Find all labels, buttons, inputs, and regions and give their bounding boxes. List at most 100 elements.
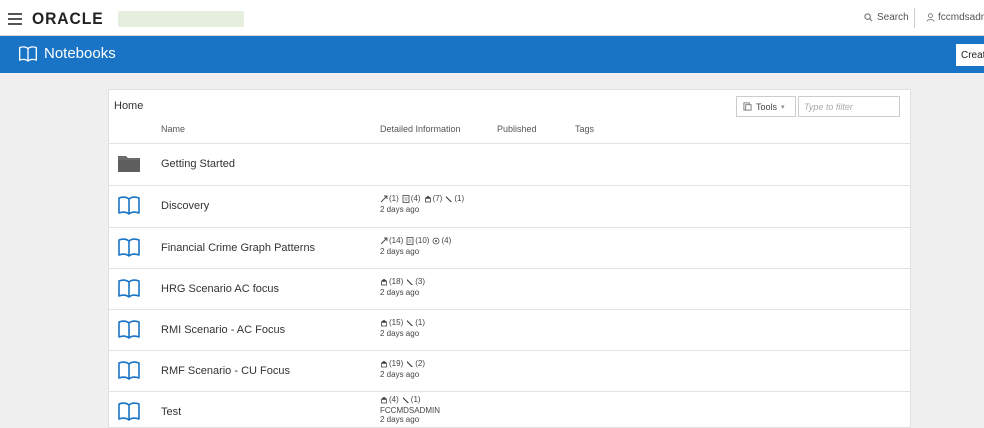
tools-label: Tools [756, 101, 778, 112]
list-item[interactable]: Test (4) (1) FCCMDSADMIN 2 days ago [109, 391, 910, 427]
menu-icon[interactable] [8, 13, 22, 25]
search-button[interactable]: Search [864, 12, 909, 23]
owner-label: FCCMDSADMIN [380, 405, 440, 415]
notebook-icon [117, 195, 141, 217]
user-menu[interactable]: fccmdsadmin [926, 12, 984, 23]
list-item[interactable]: Discovery (1) (4) (7) (1) 2 days ago [109, 185, 910, 226]
stat: (3) [406, 277, 425, 286]
stat: (2) [406, 359, 425, 368]
stat-count: (4) [389, 395, 399, 404]
stats-line: (19) (2) [380, 359, 428, 370]
stat-count: (1) [410, 395, 421, 404]
stat: (1) [445, 194, 464, 203]
item-name[interactable]: RMF Scenario - CU Focus [161, 365, 290, 377]
stat: (1) [402, 395, 421, 404]
stats-line: (1) (4) (7) (1) [380, 194, 467, 205]
stat: (4) [402, 194, 421, 203]
divider [914, 8, 915, 28]
user-icon [926, 13, 935, 22]
item-name[interactable]: Discovery [161, 200, 209, 212]
notebook-icon [117, 401, 141, 423]
list-item[interactable]: Getting Started [109, 143, 910, 184]
notebook-icon [19, 46, 37, 62]
notebook-icon [117, 319, 141, 341]
folder-icon [117, 153, 141, 175]
item-details: (15) (1) 2 days ago [380, 318, 428, 338]
item-name[interactable]: Test [161, 406, 181, 418]
top-bar: ORACLE Search fccmdsadmin [0, 0, 984, 36]
paragraph-icon [380, 319, 388, 327]
stat: (10) [406, 236, 429, 245]
title-bar: Notebooks Create [0, 36, 984, 73]
item-details: (1) (4) (7) (1) 2 days ago [380, 194, 467, 214]
graph-icon [432, 237, 440, 245]
paragraph-icon [380, 396, 388, 404]
pen-icon [406, 278, 414, 286]
tools-button[interactable]: Tools ▾ [736, 96, 796, 117]
stat-count: (15) [389, 318, 404, 327]
search-icon [864, 13, 873, 22]
stat-count: (14) [389, 236, 404, 245]
column-header-published[interactable]: Published [497, 124, 537, 134]
stat-count: (4) [441, 236, 452, 245]
stat: (1) [406, 318, 425, 327]
item-details: (18) (3) 2 days ago [380, 277, 428, 297]
notebook-icon [117, 237, 141, 259]
updated-label: 2 days ago [380, 414, 420, 424]
document-icon [406, 236, 414, 245]
stat-count: (18) [389, 277, 404, 286]
pen-icon [445, 195, 453, 203]
stat-count: (10) [415, 236, 430, 245]
item-name[interactable]: RMI Scenario - AC Focus [161, 324, 285, 336]
updated-label: 2 days ago [380, 328, 420, 338]
chevron-down-icon: ▾ [781, 103, 785, 111]
updated-label: 2 days ago [380, 204, 420, 214]
list-item[interactable]: Financial Crime Graph Patterns (14) (10) (4… [109, 227, 910, 268]
column-header-detailed[interactable]: Detailed Information [380, 124, 461, 134]
create-button[interactable]: Create [956, 44, 984, 66]
updated-label: 2 days ago [380, 369, 420, 379]
pen-icon [406, 360, 414, 368]
user-label: fccmdsadmin [938, 12, 984, 23]
pen-icon [406, 319, 414, 327]
item-name[interactable]: HRG Scenario AC focus [161, 283, 279, 295]
breadcrumb[interactable]: Home [114, 100, 143, 112]
stat: (4) [380, 395, 399, 404]
paragraph-icon [424, 195, 432, 203]
page-title-text: Notebooks [44, 45, 116, 62]
stat-count: (4) [410, 194, 421, 203]
filter-input[interactable] [798, 96, 900, 117]
item-details: (19) (2) 2 days ago [380, 359, 428, 379]
list-item[interactable]: RMF Scenario - CU Focus (19) (2) 2 days ago [109, 350, 910, 391]
stats-line: (4) (1) [380, 395, 440, 406]
link-icon [380, 237, 388, 245]
item-name[interactable]: Getting Started [161, 158, 235, 170]
stat: (4) [432, 236, 451, 245]
link-icon [380, 195, 388, 203]
list-item[interactable]: RMI Scenario - AC Focus (15) (1) 2 days ago [109, 309, 910, 350]
item-details: (14) (10) (4) 2 days ago [380, 236, 454, 256]
item-details: (4) (1) FCCMDSADMIN 2 days ago [380, 395, 440, 424]
notebooks-panel: Home Tools ▾ Name Detailed Information P… [108, 89, 911, 428]
stat: (14) [380, 236, 403, 245]
stat: (1) [380, 194, 399, 203]
search-label: Search [877, 12, 909, 23]
item-name[interactable]: Financial Crime Graph Patterns [161, 242, 315, 254]
column-header-tags[interactable]: Tags [575, 124, 594, 134]
stat: (19) [380, 359, 403, 368]
list-item[interactable]: HRG Scenario AC focus (18) (3) 2 days ago [109, 268, 910, 309]
stat: (7) [424, 194, 443, 203]
environment-tab [118, 11, 244, 27]
stat-count: (3) [415, 277, 426, 286]
stat-count: (2) [415, 359, 426, 368]
column-header-name[interactable]: Name [161, 124, 185, 134]
paragraph-icon [380, 360, 388, 368]
stats-line: (15) (1) [380, 318, 428, 329]
stats-line: (18) (3) [380, 277, 428, 288]
stats-line: (14) (10) (4) [380, 236, 454, 247]
brand-logo[interactable]: ORACLE [32, 9, 104, 29]
document-icon [402, 194, 410, 203]
stat-count: (19) [389, 359, 404, 368]
stat-count: (7) [432, 194, 443, 203]
updated-label: 2 days ago [380, 246, 420, 256]
